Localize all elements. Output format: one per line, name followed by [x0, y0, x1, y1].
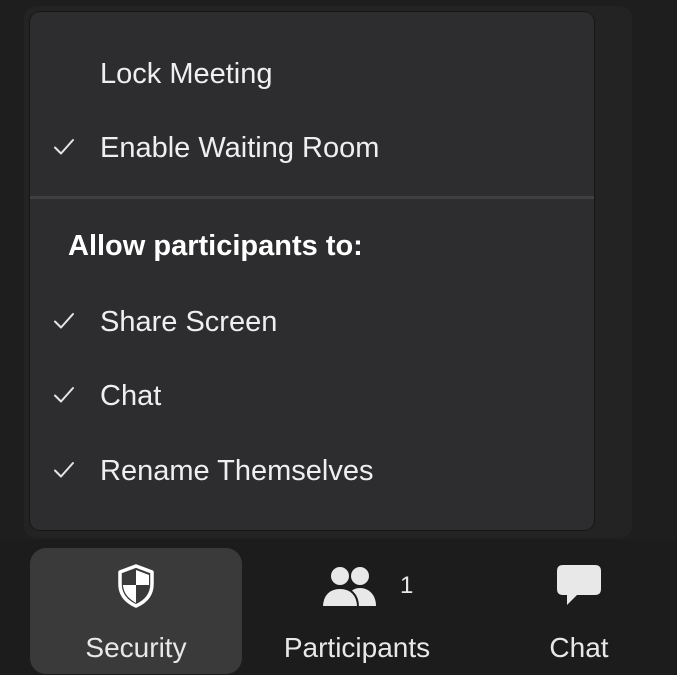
- security-label: Security: [85, 632, 187, 663]
- checkmark-icon: [52, 382, 80, 410]
- chat-button[interactable]: Chat: [484, 548, 674, 674]
- menu-divider: [30, 196, 594, 199]
- allow-participants-header: Allow participants to:: [68, 230, 363, 262]
- meeting-toolbar: Security 1 Participants Chat: [0, 540, 677, 675]
- participant-count: 1: [400, 572, 414, 599]
- security-menu: Lock Meeting Enable Waiting Room Allow p…: [30, 12, 594, 530]
- menu-item-share-screen[interactable]: Share Screen: [30, 290, 594, 354]
- checkmark-icon: [52, 308, 80, 336]
- menu-item-chat[interactable]: Chat: [30, 364, 594, 428]
- chat-bubble-icon: [484, 562, 674, 610]
- menu-item-label: Rename Themselves: [100, 454, 374, 487]
- participants-label: Participants: [283, 632, 431, 663]
- participants-icon: 1: [252, 562, 462, 610]
- menu-item-enable-waiting-room[interactable]: Enable Waiting Room: [30, 116, 594, 180]
- checkmark-icon: [52, 457, 80, 485]
- menu-item-label: Share Screen: [100, 305, 278, 338]
- menu-item-label: Lock Meeting: [100, 57, 273, 90]
- checkmark-icon: [52, 134, 80, 162]
- menu-item-rename-themselves[interactable]: Rename Themselves: [30, 439, 594, 503]
- shield-icon: [30, 562, 242, 610]
- menu-item-lock-meeting[interactable]: Lock Meeting: [30, 42, 594, 106]
- participants-button[interactable]: 1 Participants: [252, 548, 462, 674]
- security-button[interactable]: Security: [30, 548, 242, 674]
- menu-item-label: Chat: [100, 379, 162, 412]
- chat-label: Chat: [549, 632, 609, 663]
- menu-item-label: Enable Waiting Room: [100, 131, 380, 164]
